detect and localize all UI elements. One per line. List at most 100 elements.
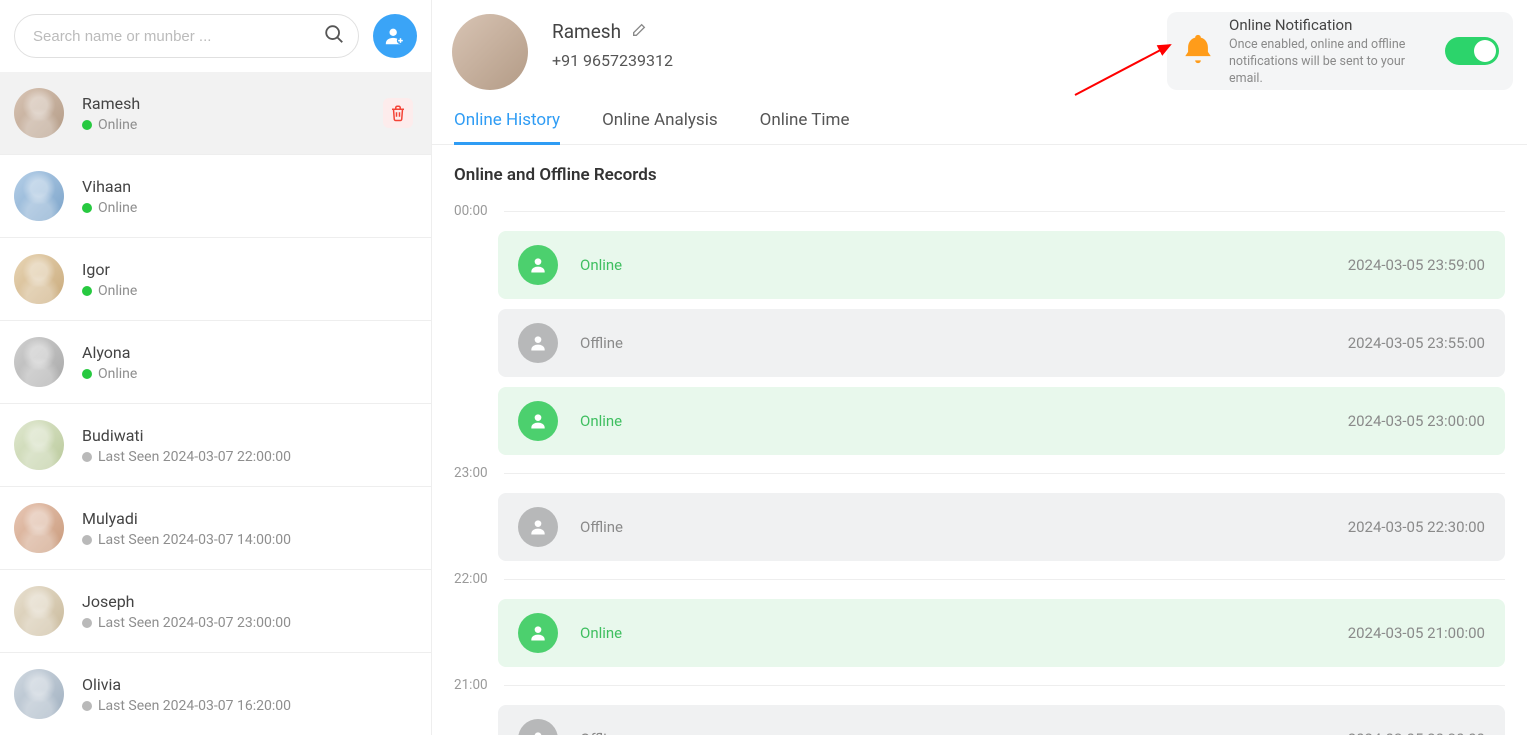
search-input[interactable] bbox=[14, 14, 359, 58]
edit-name-icon[interactable] bbox=[631, 20, 647, 43]
contact-item[interactable]: Igor Online bbox=[0, 238, 431, 321]
contact-name: Igor bbox=[82, 260, 137, 279]
notification-toggle[interactable] bbox=[1445, 37, 1499, 65]
record-left: Online bbox=[518, 245, 622, 285]
contact-status: Last Seen 2024-03-07 16:20:00 bbox=[82, 698, 291, 714]
delete-contact-button[interactable] bbox=[383, 98, 413, 128]
time-label: 22:00 bbox=[454, 571, 488, 587]
time-label: 00:00 bbox=[454, 203, 488, 219]
contact-meta: Olivia Last Seen 2024-03-07 16:20:00 bbox=[82, 675, 291, 714]
time-label: 23:00 bbox=[454, 465, 488, 481]
record-timestamp: 2024-03-05 23:59:00 bbox=[1348, 256, 1485, 274]
contact-status: Online bbox=[82, 366, 137, 382]
contact-item[interactable]: Budiwati Last Seen 2024-03-07 22:00:00 bbox=[0, 404, 431, 487]
avatar bbox=[14, 586, 64, 636]
status-text: Online bbox=[98, 117, 137, 133]
avatar bbox=[14, 254, 64, 304]
contact-name: Ramesh bbox=[82, 94, 140, 113]
time-block: 21:00 Offline 2024-03-05 20:30:00 bbox=[454, 677, 1505, 735]
status-dot-icon bbox=[82, 286, 92, 296]
avatar bbox=[14, 88, 64, 138]
user-icon bbox=[518, 323, 558, 363]
record-row: Online 2024-03-05 23:59:00 bbox=[498, 231, 1505, 299]
contact-meta: Igor Online bbox=[82, 260, 137, 299]
notification-title: Online Notification bbox=[1229, 15, 1431, 35]
search-icon[interactable] bbox=[323, 23, 345, 49]
contact-item[interactable]: Vihaan Online bbox=[0, 155, 431, 238]
status-text: Online bbox=[98, 200, 137, 216]
user-icon bbox=[518, 245, 558, 285]
contact-meta: Vihaan Online bbox=[82, 177, 137, 216]
contact-status: Last Seen 2024-03-07 14:00:00 bbox=[82, 532, 291, 548]
time-label-row: 22:00 bbox=[454, 571, 1505, 587]
status-dot-icon bbox=[82, 452, 92, 462]
time-label: 21:00 bbox=[454, 677, 488, 693]
header-info: Ramesh +91 9657239312 bbox=[552, 14, 673, 70]
search-wrap bbox=[14, 14, 359, 58]
record-left: Offline bbox=[518, 719, 623, 735]
contact-item[interactable]: Joseph Last Seen 2024-03-07 23:00:00 bbox=[0, 570, 431, 653]
status-dot-icon bbox=[82, 203, 92, 213]
time-label-row: 00:00 bbox=[454, 203, 1505, 219]
contact-meta: Budiwati Last Seen 2024-03-07 22:00:00 bbox=[82, 426, 291, 465]
contact-status: Last Seen 2024-03-07 23:00:00 bbox=[82, 615, 291, 631]
avatar bbox=[14, 420, 64, 470]
user-icon bbox=[518, 719, 558, 735]
record-left: Online bbox=[518, 613, 622, 653]
avatar bbox=[452, 14, 528, 90]
time-divider bbox=[504, 579, 1505, 580]
time-label-row: 21:00 bbox=[454, 677, 1505, 693]
status-dot-icon bbox=[82, 120, 92, 130]
user-icon bbox=[518, 613, 558, 653]
contact-status: Online bbox=[82, 200, 137, 216]
status-text: Last Seen 2024-03-07 23:00:00 bbox=[98, 615, 291, 631]
contact-status: Last Seen 2024-03-07 22:00:00 bbox=[82, 449, 291, 465]
record-left: Online bbox=[518, 401, 622, 441]
contact-header: Ramesh +91 9657239312 Online Notificatio… bbox=[432, 0, 1527, 90]
record-timestamp: 2024-03-05 21:00:00 bbox=[1348, 624, 1485, 642]
time-block: 23:00 Offline 2024-03-05 22:30:00 bbox=[454, 465, 1505, 561]
add-contact-button[interactable] bbox=[373, 14, 417, 58]
contact-meta: Mulyadi Last Seen 2024-03-07 14:00:00 bbox=[82, 509, 291, 548]
status-text: Last Seen 2024-03-07 16:20:00 bbox=[98, 698, 291, 714]
contact-name: Alyona bbox=[82, 343, 137, 362]
record-status: Offline bbox=[580, 334, 623, 352]
status-text: Online bbox=[98, 366, 137, 382]
contact-item[interactable]: Olivia Last Seen 2024-03-07 16:20:00 bbox=[0, 653, 431, 735]
record-row: Online 2024-03-05 23:00:00 bbox=[498, 387, 1505, 455]
tabs: Online History Online Analysis Online Time bbox=[432, 90, 1527, 145]
notification-desc: Once enabled, online and offline notific… bbox=[1229, 37, 1431, 88]
sidebar-topbar bbox=[0, 0, 431, 72]
status-dot-icon bbox=[82, 535, 92, 545]
status-text: Online bbox=[98, 283, 137, 299]
time-divider bbox=[504, 473, 1505, 474]
record-status: Online bbox=[580, 412, 622, 430]
contact-item[interactable]: Mulyadi Last Seen 2024-03-07 14:00:00 bbox=[0, 487, 431, 570]
contact-meta: Joseph Last Seen 2024-03-07 23:00:00 bbox=[82, 592, 291, 631]
tab[interactable]: Online Analysis bbox=[602, 110, 718, 144]
status-text: Last Seen 2024-03-07 14:00:00 bbox=[98, 532, 291, 548]
record-row: Offline 2024-03-05 20:30:00 bbox=[498, 705, 1505, 735]
notification-text: Online Notification Once enabled, online… bbox=[1229, 15, 1431, 88]
sidebar: Ramesh Online Vihaan Online Igor Online bbox=[0, 0, 432, 735]
contact-status: Online bbox=[82, 117, 140, 133]
contact-item[interactable]: Alyona Online bbox=[0, 321, 431, 404]
time-block: 00:00 Online 2024-03-05 23:59:00 Offline… bbox=[454, 203, 1505, 455]
content[interactable]: Online and Offline Records 00:00 Online … bbox=[432, 145, 1527, 735]
avatar bbox=[14, 503, 64, 553]
time-divider bbox=[504, 211, 1505, 212]
contact-name: Mulyadi bbox=[82, 509, 291, 528]
contact-list[interactable]: Ramesh Online Vihaan Online Igor Online bbox=[0, 72, 431, 735]
header-phone: +91 9657239312 bbox=[552, 51, 673, 70]
header-name-row: Ramesh bbox=[552, 20, 673, 43]
user-icon bbox=[518, 507, 558, 547]
contact-item[interactable]: Ramesh Online bbox=[0, 72, 431, 155]
record-status: Online bbox=[580, 624, 622, 642]
section-title: Online and Offline Records bbox=[454, 165, 1505, 185]
tab[interactable]: Online History bbox=[454, 110, 560, 144]
record-row: Offline 2024-03-05 23:55:00 bbox=[498, 309, 1505, 377]
record-timestamp: 2024-03-05 22:30:00 bbox=[1348, 518, 1485, 536]
record-status: Offline bbox=[580, 518, 623, 536]
tab[interactable]: Online Time bbox=[760, 110, 850, 144]
record-timestamp: 2024-03-05 23:55:00 bbox=[1348, 334, 1485, 352]
